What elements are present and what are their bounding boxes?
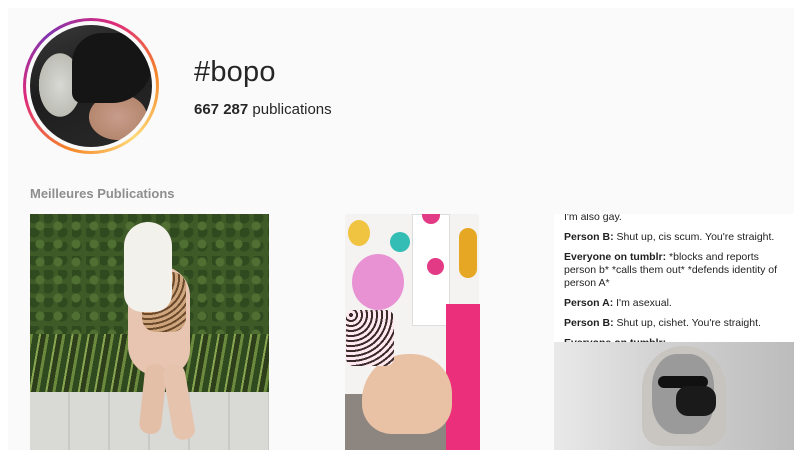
yellow-paper-lantern	[348, 220, 370, 246]
tumblr-text-post: I'm also gay. Person B: Shut up, cis scu…	[564, 214, 792, 357]
publication-count-label: publications	[252, 101, 332, 118]
text-line: Everyone on tumblr: *blocks and reports …	[564, 251, 778, 289]
publication-count-number: 667 287	[194, 101, 249, 118]
figure-hair	[124, 222, 172, 312]
pink-furniture	[446, 304, 480, 450]
figure-body	[362, 354, 452, 434]
figure-pink-hair	[352, 254, 404, 310]
post-thumbnail-3[interactable]: I'm also gay. Person B: Shut up, cis scu…	[554, 214, 794, 450]
black-glove	[676, 386, 716, 416]
avatar-image	[30, 25, 152, 147]
pineapple-decor	[459, 228, 477, 278]
text-line: Person B: Shut up, cishet. You're straig…	[564, 317, 761, 329]
top-posts-heading: Meilleures Publications	[30, 186, 175, 201]
post-thumbnail-2[interactable]	[296, 214, 533, 450]
avatar-shirt-shape	[72, 33, 152, 103]
text-line: Person B: Shut up, cis scum. You're stra…	[564, 231, 775, 243]
hashtag-title: #bopo	[194, 56, 276, 88]
hashtag-avatar[interactable]	[23, 18, 159, 154]
figure-top	[346, 310, 394, 366]
publication-count: 667 287 publications	[194, 101, 332, 118]
text-line: I'm also gay.	[564, 214, 622, 223]
text-line: Person A: I'm asexual.	[564, 297, 672, 309]
teal-paper-lantern	[390, 232, 410, 252]
post-thumbnail-1[interactable]	[30, 214, 269, 450]
pink-paper-lantern	[427, 258, 444, 275]
